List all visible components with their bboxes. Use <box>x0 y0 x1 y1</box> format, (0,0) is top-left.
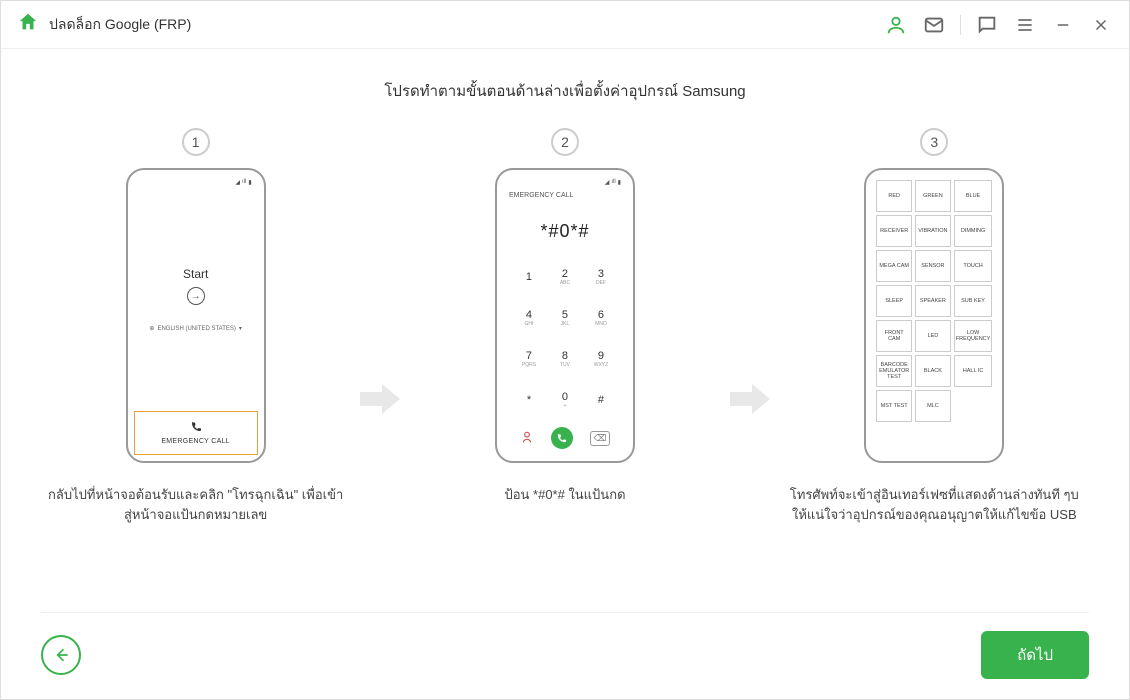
battery-icon: ▮ <box>248 179 251 186</box>
battery-icon: ▮ <box>618 179 621 186</box>
menu-icon[interactable] <box>1013 13 1037 37</box>
keypad-key: 8TUV <box>547 339 583 380</box>
test-tile: GREEN <box>915 180 951 212</box>
step-2: 2 ◢ ıll ▮ EMERGENCY CALL *#0*# 12ABC3DEF… <box>410 128 719 505</box>
test-tile: HALL IC <box>954 355 993 387</box>
divider <box>960 15 961 35</box>
test-tile: LED <box>915 320 951 352</box>
step-number-2: 2 <box>551 128 579 156</box>
back-button[interactable] <box>41 635 81 675</box>
test-tile: VIBRATION <box>915 215 951 247</box>
backspace-icon: ⌫ <box>590 431 611 446</box>
start-label: Start <box>183 267 208 281</box>
content-area: โปรดทำตามขั้นตอนด้านล่างเพื่อตั้งค่าอุปก… <box>1 49 1129 699</box>
test-tile: FRONT CAM <box>876 320 912 352</box>
step-3-caption: โทรศัพท์จะเข้าสู่อินเทอร์เฟซที่แสดงด้านล… <box>784 485 1084 524</box>
wifi-icon: ◢ <box>235 179 240 186</box>
test-tile: TOUCH <box>954 250 993 282</box>
test-tile: BLACK <box>915 355 951 387</box>
titlebar-right <box>884 13 1113 37</box>
wifi-icon: ◢ <box>605 179 610 186</box>
instruction-title: โปรดทำตามขั้นตอนด้านล่างเพื่อตั้งค่าอุปก… <box>41 79 1089 103</box>
user-icon[interactable] <box>884 13 908 37</box>
test-tile: SPEAKER <box>915 285 951 317</box>
dialer-display: *#0*# <box>503 203 627 252</box>
keypad-key: 9WXYZ <box>583 339 619 380</box>
phone-mockup-2: ◢ ıll ▮ EMERGENCY CALL *#0*# 12ABC3DEF 4G… <box>495 168 635 463</box>
keypad-key: 1 <box>511 256 547 297</box>
test-tile: BARCODE EMULATOR TEST <box>876 355 912 387</box>
keypad-key: 6MNO <box>583 297 619 338</box>
call-button <box>551 427 573 449</box>
step-number-3: 3 <box>920 128 948 156</box>
step-3: 3 REDGREENBLUE RECEIVERVIBRATIONDIMMING ME… <box>780 128 1089 524</box>
test-tile: DIMMING <box>954 215 993 247</box>
signal-icon: ıll <box>242 179 246 185</box>
test-tile: MST TEST <box>876 390 912 422</box>
keypad-key: 4GHI <box>511 297 547 338</box>
phone-icon <box>190 421 202 436</box>
phone-status-bar: ◢ ıll ▮ <box>503 176 627 188</box>
step-2-caption: ป้อน *#0*# ในแป้นกด <box>504 485 625 505</box>
keypad-key: 7PQRS <box>511 339 547 380</box>
dialer-keypad: 12ABC3DEF 4GHI5JKL6MNO 7PQRS8TUV9WXYZ *0+# <box>503 252 627 421</box>
keypad-key: 2ABC <box>547 256 583 297</box>
next-button[interactable]: ถัดไป <box>981 631 1089 679</box>
emergency-call-button: EMERGENCY CALL <box>134 411 258 455</box>
feedback-icon[interactable] <box>975 13 999 37</box>
test-menu-grid: REDGREENBLUE RECEIVERVIBRATIONDIMMING MEGA… <box>872 176 996 455</box>
test-tile <box>954 390 993 422</box>
keypad-key: 3DEF <box>583 256 619 297</box>
phone-status-bar: ◢ ıll ▮ <box>134 176 258 188</box>
keypad-key: # <box>583 380 619 421</box>
keypad-key: 0+ <box>547 380 583 421</box>
language-selector: ⊕ ENGLISH (UNITED STATES) ▾ <box>149 325 242 332</box>
test-tile: MLC <box>915 390 951 422</box>
test-tile: SUB KEY <box>954 285 993 317</box>
chevron-down-icon: ▾ <box>239 325 242 332</box>
steps-row: 1 ◢ ıll ▮ Start → ⊕ ENGLISH (UNITE <box>41 128 1089 524</box>
step-1: 1 ◢ ıll ▮ Start → ⊕ ENGLISH (UNITE <box>41 128 350 524</box>
page-title: ปลดล็อก Google (FRP) <box>49 14 191 36</box>
home-icon[interactable] <box>17 11 39 38</box>
emergency-header: EMERGENCY CALL <box>503 188 627 203</box>
arrow-right-icon <box>360 384 400 419</box>
step-number-1: 1 <box>182 128 210 156</box>
test-tile: RECEIVER <box>876 215 912 247</box>
test-tile: LOW FREQUENCY <box>954 320 993 352</box>
step-1-caption: กลับไปที่หน้าจอต้อนรับและคลิก "โทรฉุกเฉิ… <box>46 485 346 524</box>
minimize-icon[interactable] <box>1051 13 1075 37</box>
app-window: ปลดล็อก Google (FRP) โปรดท <box>0 0 1130 700</box>
test-tile: MEGA CAM <box>876 250 912 282</box>
test-tile: BLUE <box>954 180 993 212</box>
test-tile: SENSOR <box>915 250 951 282</box>
emergency-call-label: EMERGENCY CALL <box>161 438 230 445</box>
titlebar: ปลดล็อก Google (FRP) <box>1 1 1129 49</box>
titlebar-left: ปลดล็อก Google (FRP) <box>17 11 191 38</box>
test-tile: RED <box>876 180 912 212</box>
start-arrow-icon: → <box>187 287 205 305</box>
signal-icon: ıll <box>611 179 615 185</box>
keypad-key: 5JKL <box>547 297 583 338</box>
test-tile: SLEEP <box>876 285 912 317</box>
mail-icon[interactable] <box>922 13 946 37</box>
arrow-right-icon <box>730 384 770 419</box>
footer: ถัดไป <box>41 612 1089 679</box>
keypad-key: * <box>511 380 547 421</box>
phone-mockup-3: REDGREENBLUE RECEIVERVIBRATIONDIMMING MEGA… <box>864 168 1004 463</box>
recent-icon <box>520 430 534 447</box>
phone-mockup-1: ◢ ıll ▮ Start → ⊕ ENGLISH (UNITED STATES… <box>126 168 266 463</box>
close-icon[interactable] <box>1089 13 1113 37</box>
globe-icon: ⊕ <box>149 325 154 332</box>
